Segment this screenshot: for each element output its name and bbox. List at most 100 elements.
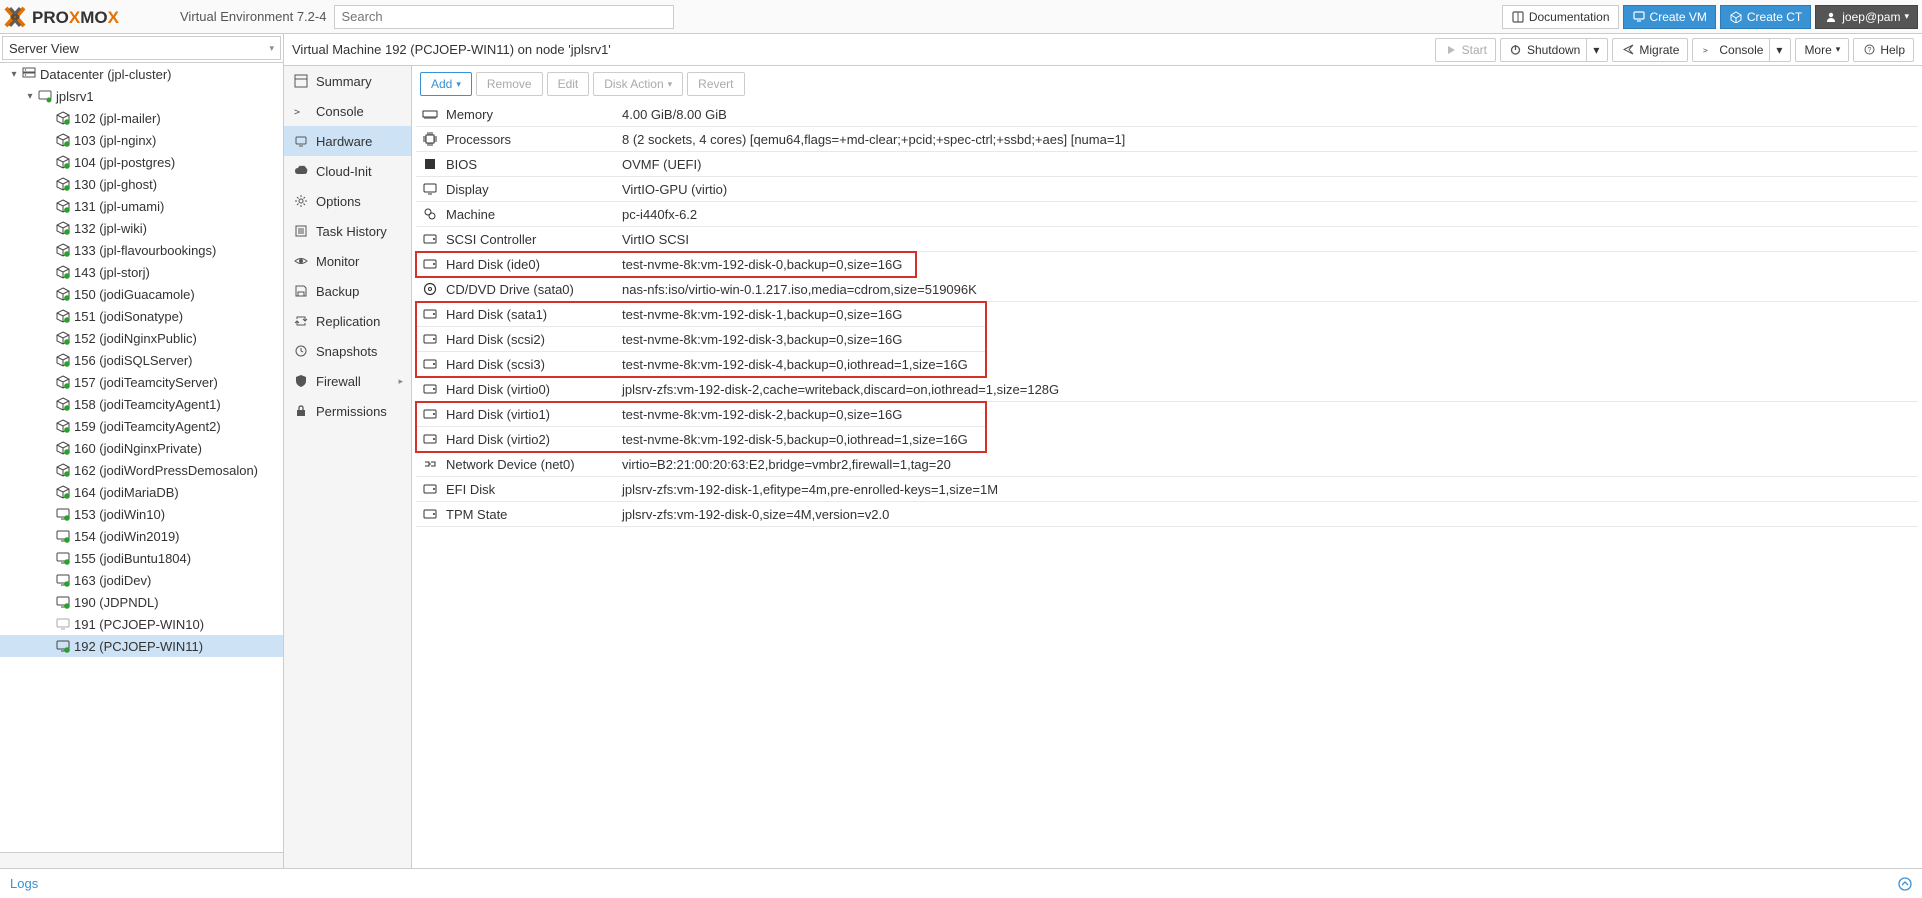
tree-item-104[interactable]: 104 (jpl-postgres) [0,151,283,173]
hw-row[interactable]: SCSI ControllerVirtIO SCSI [416,227,1918,252]
subnav-task-history[interactable]: Task History [284,216,411,246]
subnav-firewall[interactable]: Firewall▸ [284,366,411,396]
hw-row[interactable]: Machinepc-i440fx-6.2 [416,202,1918,227]
hw-name: Hard Disk (virtio0) [444,382,622,397]
tree-item-150[interactable]: 150 (jodiGuacamole) [0,283,283,305]
hw-row[interactable]: Hard Disk (scsi2)test-nvme-8k:vm-192-dis… [416,327,986,352]
tree-item-157[interactable]: 157 (jodiTeamcityServer) [0,371,283,393]
subnav-backup[interactable]: Backup [284,276,411,306]
hw-row[interactable]: Hard Disk (virtio0)jplsrv-zfs:vm-192-dis… [416,377,1918,402]
create-ct-button[interactable]: Create CT [1720,5,1811,29]
remove-button[interactable]: Remove [476,72,543,96]
tree-item-159[interactable]: 159 (jodiTeamcityAgent2) [0,415,283,437]
tree-item-label: 157 (jodiTeamcityServer) [74,375,218,390]
more-button[interactable]: More ▾ [1795,38,1849,62]
hw-row[interactable]: Hard Disk (ide0)test-nvme-8k:vm-192-disk… [416,252,916,277]
tree-item-158[interactable]: 158 (jodiTeamcityAgent1) [0,393,283,415]
cube-icon [54,331,72,345]
tree-h-scrollbar[interactable] [0,852,283,868]
hw-name: Memory [444,107,622,122]
monitor-icon [54,529,72,543]
tree-item-191[interactable]: 191 (PCJOEP-WIN10) [0,613,283,635]
subnav-replication[interactable]: Replication [284,306,411,336]
chevron-down-icon[interactable]: ▾ [1769,39,1782,61]
user-menu-button[interactable]: joep@pam ▾ [1815,5,1918,29]
play-icon [1444,43,1458,57]
add-button[interactable]: Add ▾ [420,72,472,96]
revert-button[interactable]: Revert [687,72,744,96]
expand-logs-icon[interactable] [1898,877,1912,891]
tree-item-102[interactable]: 102 (jpl-mailer) [0,107,283,129]
subnav-summary[interactable]: Summary [284,66,411,96]
cube-icon [54,221,72,235]
hw-row[interactable]: CD/DVD Drive (sata0)nas-nfs:iso/virtio-w… [416,277,1918,302]
tree-item-162[interactable]: 162 (jodiWordPressDemosalon) [0,459,283,481]
tree-item-160[interactable]: 160 (jodiNginxPrivate) [0,437,283,459]
resource-tree[interactable]: ▾ Datacenter (jpl-cluster) ▾ jplsrv1 102… [0,62,283,852]
collapse-icon[interactable]: ▾ [24,91,36,102]
chevron-down-icon[interactable]: ▾ [1586,39,1599,61]
chevron-down-icon: ▾ [1904,11,1909,22]
tree-node[interactable]: ▾ jplsrv1 [0,85,283,107]
tree-item-164[interactable]: 164 (jodiMariaDB) [0,481,283,503]
tree-item-192[interactable]: 192 (PCJOEP-WIN11) [0,635,283,657]
snap-icon [292,344,310,358]
tree-datacenter[interactable]: ▾ Datacenter (jpl-cluster) [0,63,283,85]
subnav-snapshots[interactable]: Snapshots [284,336,411,366]
tree-item-132[interactable]: 132 (jpl-wiki) [0,217,283,239]
cube-icon [54,375,72,389]
subnav-cloud-init[interactable]: Cloud-Init [284,156,411,186]
hw-row[interactable]: Processors8 (2 sockets, 4 cores) [qemu64… [416,127,1918,152]
migrate-button[interactable]: Migrate [1612,38,1688,62]
tree-item-154[interactable]: 154 (jodiWin2019) [0,525,283,547]
start-button[interactable]: Start [1435,38,1496,62]
hw-row[interactable]: Hard Disk (scsi3)test-nvme-8k:vm-192-dis… [416,352,986,377]
tree-item-163[interactable]: 163 (jodiDev) [0,569,283,591]
subnav-options[interactable]: Options [284,186,411,216]
search-input[interactable] [334,5,674,29]
hw-row[interactable]: BIOSOVMF (UEFI) [416,152,1918,177]
view-selector[interactable]: Server View ▾ [2,36,281,60]
tree-item-103[interactable]: 103 (jpl-nginx) [0,129,283,151]
breadcrumb-bar: Virtual Machine 192 (PCJOEP-WIN11) on no… [284,34,1922,66]
tree-item-130[interactable]: 130 (jpl-ghost) [0,173,283,195]
subnav-label: Hardware [316,134,372,149]
power-icon [1509,43,1523,57]
tree-item-156[interactable]: 156 (jodiSQLServer) [0,349,283,371]
tree-item-143[interactable]: 143 (jpl-storj) [0,261,283,283]
hw-row[interactable]: Memory4.00 GiB/8.00 GiB [416,102,1918,127]
hw-row[interactable]: EFI Diskjplsrv-zfs:vm-192-disk-1,efitype… [416,477,1918,502]
create-vm-button[interactable]: Create VM [1623,5,1716,29]
hw-name: Processors [444,132,622,147]
shutdown-button[interactable]: Shutdown ▾ [1500,38,1608,62]
logs-label[interactable]: Logs [10,876,38,891]
tree-item-131[interactable]: 131 (jpl-umami) [0,195,283,217]
edit-button[interactable]: Edit [547,72,590,96]
hw-row[interactable]: Network Device (net0)virtio=B2:21:00:20:… [416,452,1918,477]
tree-item-151[interactable]: 151 (jodiSonatype) [0,305,283,327]
tree-item-label: 102 (jpl-mailer) [74,111,161,126]
help-button[interactable]: ? Help [1853,38,1914,62]
tree-item-133[interactable]: 133 (jpl-flavourbookings) [0,239,283,261]
disk-action-button[interactable]: Disk Action ▾ [593,72,683,96]
console-button[interactable]: >_ Console ▾ [1692,38,1791,62]
monitor-icon [54,573,72,587]
hw-row[interactable]: Hard Disk (virtio1)test-nvme-8k:vm-192-d… [416,402,986,427]
hw-row[interactable]: Hard Disk (virtio2)test-nvme-8k:vm-192-d… [416,427,986,452]
hw-row[interactable]: Hard Disk (sata1)test-nvme-8k:vm-192-dis… [416,302,986,327]
tree-item-155[interactable]: 155 (jodiBuntu1804) [0,547,283,569]
collapse-icon[interactable]: ▾ [8,69,20,80]
hdd-icon [416,308,444,320]
tree-item-152[interactable]: 152 (jodiNginxPublic) [0,327,283,349]
subnav-hardware[interactable]: Hardware [284,126,411,156]
subnav-monitor[interactable]: Monitor [284,246,411,276]
hw-row[interactable]: TPM Statejplsrv-zfs:vm-192-disk-0,size=4… [416,502,1918,527]
hw-row[interactable]: DisplayVirtIO-GPU (virtio) [416,177,1918,202]
tree-item-label: 133 (jpl-flavourbookings) [74,243,216,258]
subnav-permissions[interactable]: Permissions [284,396,411,426]
subnav-console[interactable]: >_Console [284,96,411,126]
documentation-button[interactable]: Documentation [1502,5,1619,29]
tree-item-label: 155 (jodiBuntu1804) [74,551,191,566]
tree-item-190[interactable]: 190 (JDPNDL) [0,591,283,613]
tree-item-153[interactable]: 153 (jodiWin10) [0,503,283,525]
